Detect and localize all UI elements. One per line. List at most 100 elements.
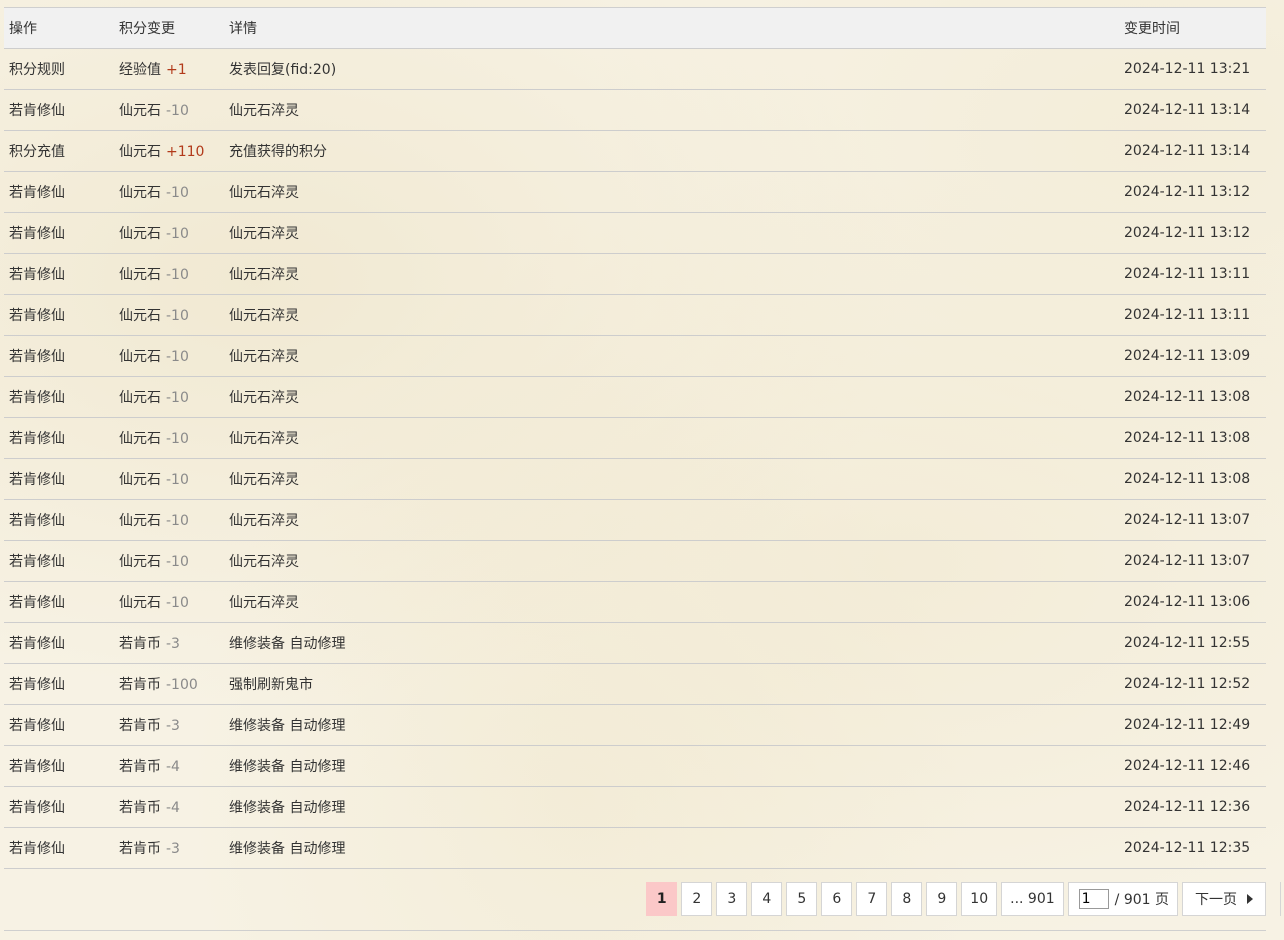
operation-link[interactable]: 若肯修仙 [9, 554, 65, 570]
credit-log-table: 操作 积分变更 详情 变更时间 积分规则 经验值 +1 发表回复(fid:20) 202… [4, 8, 1266, 869]
row-detail: 维修装备 自动修理 [224, 704, 1119, 746]
row-credit-change: 仙元石 -10 [114, 376, 224, 418]
row-credit-change: 若肯币 -4 [114, 745, 224, 787]
credit-amount: -10 [166, 431, 189, 447]
row-operation: 若肯修仙 [4, 581, 114, 623]
row-change-time: 2024-12-11 13:08 [1119, 376, 1266, 418]
page-link-8[interactable]: 8 [891, 882, 923, 916]
total-pages-label: / 901 页 [1114, 892, 1169, 908]
operation-link[interactable]: 积分规则 [9, 62, 65, 78]
row-detail: 强制刷新鬼市 [224, 663, 1119, 705]
credit-amount: +110 [166, 144, 205, 160]
credit-amount: -10 [166, 513, 189, 529]
operation-link[interactable]: 若肯修仙 [9, 718, 65, 734]
credit-amount: -10 [166, 103, 189, 119]
page-link-7[interactable]: 7 [856, 882, 888, 916]
operation-link[interactable]: 若肯修仙 [9, 267, 65, 283]
pagination: 12345678910 ... 901 / 901 页 下一页 [642, 882, 1266, 916]
operation-link[interactable]: 若肯修仙 [9, 390, 65, 406]
row-operation: 积分规则 [4, 48, 114, 90]
credit-type: 若肯币 [119, 759, 161, 775]
row-credit-change: 仙元石 -10 [114, 417, 224, 459]
row-credit-change: 仙元石 -10 [114, 581, 224, 623]
row-detail: 仙元石淬灵 [224, 499, 1119, 541]
page-link-9[interactable]: 9 [926, 882, 958, 916]
operation-link[interactable]: 若肯修仙 [9, 800, 65, 816]
right-edge-divider [1280, 882, 1281, 916]
page-link-2[interactable]: 2 [681, 882, 713, 916]
row-credit-change: 仙元石 -10 [114, 335, 224, 377]
credit-amount: -10 [166, 595, 189, 611]
table-row: 若肯修仙 仙元石 -10 仙元石淬灵 2024-12-11 13:08 [4, 376, 1266, 418]
pager-bottom-border [4, 930, 1266, 931]
header-operation: 操作 [4, 8, 114, 49]
row-detail: 仙元石淬灵 [224, 335, 1119, 377]
row-credit-change: 仙元石 -10 [114, 171, 224, 213]
credit-amount: -3 [166, 841, 180, 857]
row-change-time: 2024-12-11 13:14 [1119, 89, 1266, 131]
table-row: 若肯修仙 仙元石 -10 仙元石淬灵 2024-12-11 13:07 [4, 540, 1266, 582]
operation-link[interactable]: 若肯修仙 [9, 349, 65, 365]
page-link-1[interactable]: 1 [646, 882, 678, 916]
row-operation: 若肯修仙 [4, 89, 114, 131]
credit-type: 仙元石 [119, 308, 161, 324]
last-page-link[interactable]: ... 901 [1001, 882, 1064, 916]
credit-type: 若肯币 [119, 636, 161, 652]
credit-amount: -10 [166, 554, 189, 570]
operation-link[interactable]: 若肯修仙 [9, 595, 65, 611]
header-change-time: 变更时间 [1119, 8, 1266, 49]
page-link-6[interactable]: 6 [821, 882, 853, 916]
row-change-time: 2024-12-11 13:08 [1119, 417, 1266, 459]
row-change-time: 2024-12-11 12:49 [1119, 704, 1266, 746]
credit-amount: -10 [166, 472, 189, 488]
page-link-10[interactable]: 10 [961, 882, 998, 916]
credit-type: 仙元石 [119, 390, 161, 406]
credit-amount: -4 [166, 800, 180, 816]
next-page-button[interactable]: 下一页 [1182, 882, 1266, 916]
credit-amount: -3 [166, 718, 180, 734]
row-detail: 仙元石淬灵 [224, 540, 1119, 582]
row-change-time: 2024-12-11 12:55 [1119, 622, 1266, 664]
row-credit-change: 若肯币 -100 [114, 663, 224, 705]
operation-link[interactable]: 若肯修仙 [9, 185, 65, 201]
row-change-time: 2024-12-11 13:21 [1119, 48, 1266, 90]
operation-link[interactable]: 若肯修仙 [9, 636, 65, 652]
row-detail: 维修装备 自动修理 [224, 827, 1119, 869]
page-link-3[interactable]: 3 [716, 882, 748, 916]
row-operation: 若肯修仙 [4, 253, 114, 295]
operation-link[interactable]: 若肯修仙 [9, 472, 65, 488]
table-row: 若肯修仙 仙元石 -10 仙元石淬灵 2024-12-11 13:14 [4, 89, 1266, 131]
row-detail: 仙元石淬灵 [224, 212, 1119, 254]
credit-type: 若肯币 [119, 718, 161, 734]
caret-right-icon [1247, 894, 1253, 904]
page-jump: / 901 页 [1067, 882, 1178, 916]
credit-amount: -10 [166, 390, 189, 406]
row-operation: 若肯修仙 [4, 294, 114, 336]
operation-link[interactable]: 若肯修仙 [9, 226, 65, 242]
table-row: 若肯修仙 仙元石 -10 仙元石淬灵 2024-12-11 13:11 [4, 294, 1266, 336]
row-credit-change: 仙元石 -10 [114, 458, 224, 500]
row-operation: 若肯修仙 [4, 745, 114, 787]
operation-link[interactable]: 若肯修仙 [9, 841, 65, 857]
row-credit-change: 仙元石 -10 [114, 212, 224, 254]
row-detail: 仙元石淬灵 [224, 581, 1119, 623]
operation-link[interactable]: 若肯修仙 [9, 431, 65, 447]
operation-link[interactable]: 若肯修仙 [9, 759, 65, 775]
row-change-time: 2024-12-11 13:08 [1119, 458, 1266, 500]
operation-link[interactable]: 若肯修仙 [9, 677, 65, 693]
credit-amount: -10 [166, 308, 189, 324]
operation-link[interactable]: 若肯修仙 [9, 513, 65, 529]
page-link-4[interactable]: 4 [751, 882, 783, 916]
row-detail: 充值获得的积分 [224, 130, 1119, 172]
page-number-list: 1 2 3 4 5 6 7 8 9 10 [642, 882, 998, 916]
header-credit-change: 积分变更 [114, 8, 224, 49]
page-link-5[interactable]: 5 [786, 882, 818, 916]
operation-link[interactable]: 积分充值 [9, 144, 65, 160]
operation-link[interactable]: 若肯修仙 [9, 308, 65, 324]
operation-link[interactable]: 若肯修仙 [9, 103, 65, 119]
page-jump-input[interactable] [1078, 889, 1109, 909]
table-row: 若肯修仙 仙元石 -10 仙元石淬灵 2024-12-11 13:08 [4, 458, 1266, 500]
row-detail: 发表回复(fid:20) [224, 48, 1119, 90]
table-row: 若肯修仙 仙元石 -10 仙元石淬灵 2024-12-11 13:11 [4, 253, 1266, 295]
row-change-time: 2024-12-11 12:36 [1119, 786, 1266, 828]
